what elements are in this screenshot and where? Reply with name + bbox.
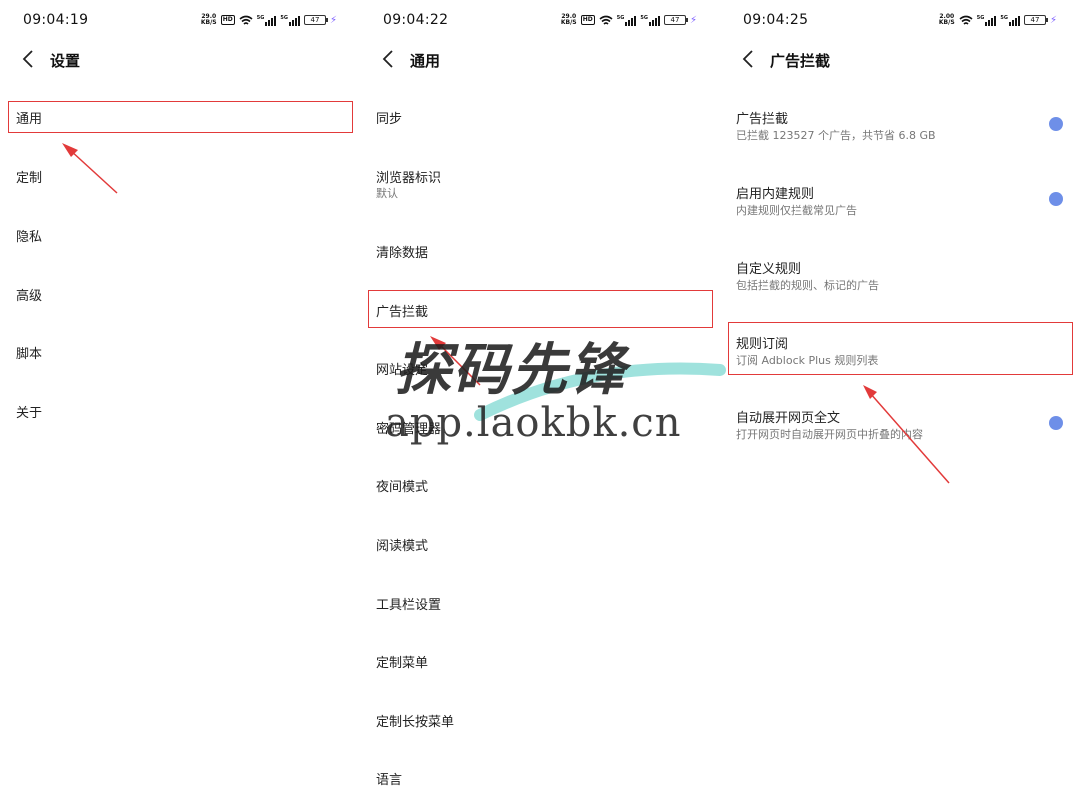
status-time: 09:04:22	[383, 12, 449, 28]
signal-icon: 5G	[257, 15, 277, 26]
builtin-rules-toggle[interactable]	[1049, 192, 1063, 206]
setting-auto-expand[interactable]: 自动展开网页全文 打开网页时自动展开网页中折叠的内容	[720, 405, 1079, 445]
signal-icon: 5G	[1000, 15, 1020, 26]
page-title: 通用	[410, 52, 441, 70]
highlight-box	[728, 322, 1073, 375]
charging-icon: ⚡	[329, 14, 337, 26]
back-icon[interactable]	[18, 49, 38, 69]
status-icons: 29.0 KB/S HD 5G 5G 47 ⚡	[201, 13, 337, 27]
menu-item-user-agent[interactable]: 浏览器标识 默认	[360, 165, 719, 205]
hd-icon: HD	[220, 15, 235, 25]
menu-item-reading-mode[interactable]: 阅读模式	[360, 533, 719, 563]
watermark-text: 探码先锋	[395, 338, 627, 403]
back-icon[interactable]	[738, 49, 758, 69]
menu-item-night-mode[interactable]: 夜间模式	[360, 474, 719, 504]
signal-icon: 5G	[640, 15, 660, 26]
network-speed: 2.00 KB/S	[938, 13, 955, 26]
header: 广告拦截	[720, 44, 1079, 76]
page-title: 设置	[50, 52, 81, 70]
battery-icon: 47	[1023, 15, 1048, 25]
auto-expand-toggle[interactable]	[1049, 416, 1063, 430]
highlight-box	[8, 101, 353, 133]
setting-custom-rules[interactable]: 自定义规则 包括拦截的规则、标记的广告	[720, 256, 1079, 296]
battery-icon: 47	[303, 15, 328, 25]
menu-item-long-press-menu[interactable]: 定制长按菜单	[360, 709, 719, 739]
signal-icon: 5G	[280, 15, 300, 26]
watermark-url: app.laokbk.cn	[385, 400, 682, 446]
status-bar: 09:04:22 29.0 KB/S HD 5G 5G 47 ⚡	[360, 0, 719, 40]
setting-adblock[interactable]: 广告拦截 已拦截 123527 个广告，共节省 6.8 GB	[720, 106, 1079, 146]
header: 设置	[0, 44, 359, 76]
status-time: 09:04:25	[743, 12, 809, 28]
highlight-box	[368, 290, 713, 328]
signal-icon: 5G	[617, 15, 637, 26]
status-icons: 2.00 KB/S 5G 5G 47 ⚡	[939, 13, 1057, 27]
menu-item-about[interactable]: 关于	[0, 400, 359, 430]
menu-item-toolbar-settings[interactable]: 工具栏设置	[360, 592, 719, 622]
wifi-icon	[599, 15, 613, 25]
status-icons: 29.0 KB/S HD 5G 5G 47 ⚡	[561, 13, 697, 27]
header: 通用	[360, 44, 719, 76]
menu-item-advanced[interactable]: 高级	[0, 283, 359, 313]
back-icon[interactable]	[378, 49, 398, 69]
page-title: 广告拦截	[770, 52, 831, 70]
menu-item-privacy[interactable]: 隐私	[0, 224, 359, 254]
charging-icon: ⚡	[689, 14, 697, 26]
status-bar: 09:04:19 29.0 KB/S HD 5G 5G 47 ⚡	[0, 0, 359, 40]
settings-panel: 09:04:19 29.0 KB/S HD 5G 5G 47 ⚡ 设置 通用 定制…	[0, 0, 359, 791]
signal-icon: 5G	[977, 15, 997, 26]
adblock-toggle[interactable]	[1049, 117, 1063, 131]
menu-item-custom[interactable]: 定制	[0, 165, 359, 195]
wifi-icon	[959, 15, 973, 25]
adblock-panel: 09:04:25 2.00 KB/S 5G 5G 47 ⚡ 广告拦截 广告拦截 已…	[720, 0, 1079, 791]
battery-icon: 47	[663, 15, 688, 25]
status-bar: 09:04:25 2.00 KB/S 5G 5G 47 ⚡	[720, 0, 1079, 40]
menu-item-sync[interactable]: 同步	[360, 106, 719, 136]
menu-item-language[interactable]: 语言	[360, 767, 719, 791]
hd-icon: HD	[580, 15, 595, 25]
menu-item-clear-data[interactable]: 清除数据	[360, 240, 719, 270]
status-time: 09:04:19	[23, 12, 89, 28]
charging-icon: ⚡	[1049, 14, 1057, 26]
menu-item-custom-menu[interactable]: 定制菜单	[360, 650, 719, 680]
menu-item-script[interactable]: 脚本	[0, 341, 359, 371]
setting-builtin-rules[interactable]: 启用内建规则 内建规则仅拦截常见广告	[720, 181, 1079, 221]
network-speed: 29.0 KB/S	[200, 13, 217, 26]
wifi-icon	[239, 15, 253, 25]
network-speed: 29.0 KB/S	[560, 13, 577, 26]
